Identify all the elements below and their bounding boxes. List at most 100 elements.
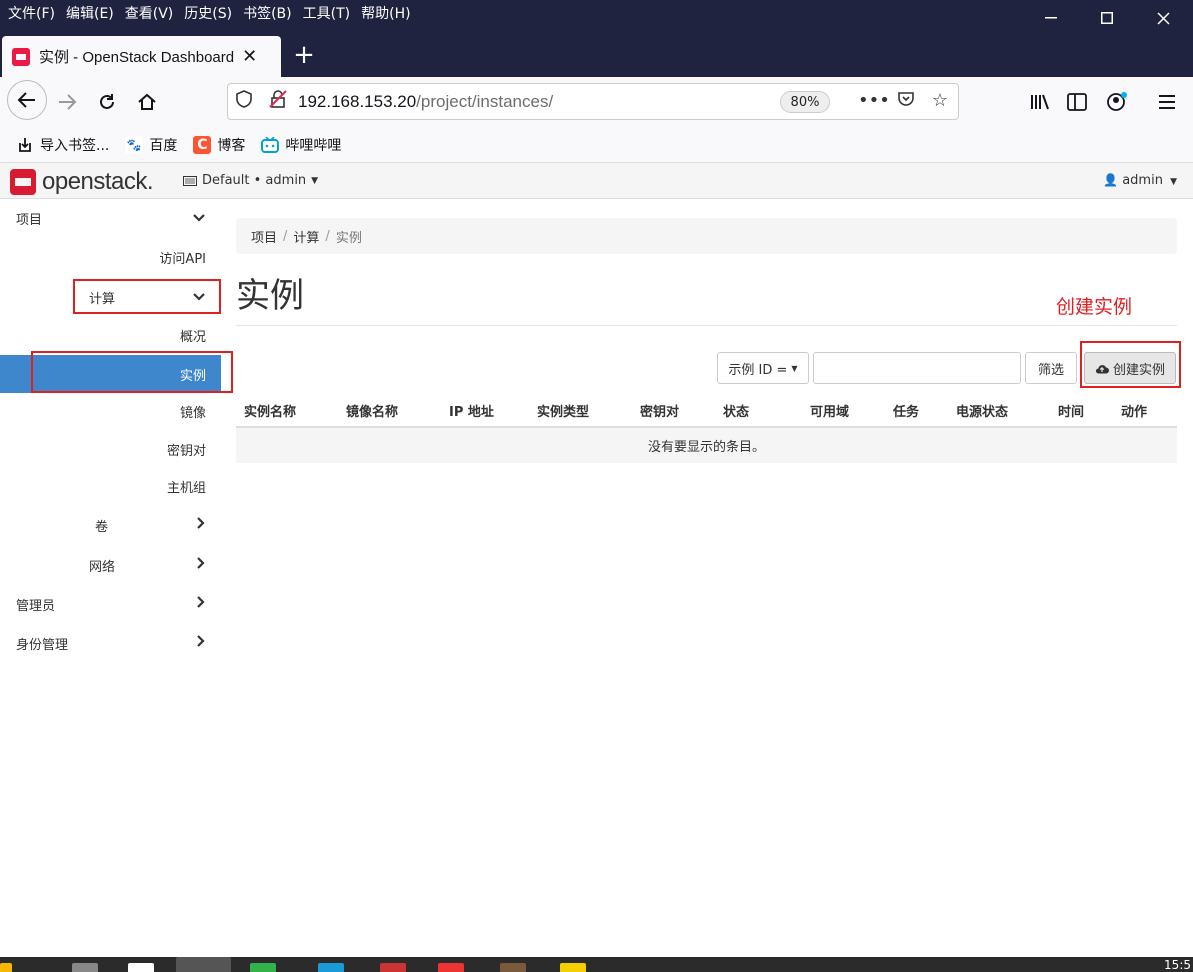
sidebar-item-volumes[interactable]: 卷 — [0, 506, 221, 544]
taskbar-app-icon[interactable] — [128, 963, 154, 972]
openstack-favicon-icon — [12, 47, 30, 66]
zoom-level-badge[interactable]: 80% — [780, 91, 830, 113]
taskbar-app-icon[interactable] — [438, 963, 464, 972]
bookmarks-bar: 导入书签... 🐾 百度 C 博客 哔哩哔哩 — [0, 127, 1193, 163]
bookmark-label: 博客 — [217, 137, 246, 154]
chevron-down-icon — [193, 210, 205, 226]
bookmark-star-icon[interactable]: ☆ — [928, 90, 952, 111]
import-icon — [16, 136, 34, 154]
sidebar-item-identity[interactable]: 身份管理 — [0, 624, 221, 662]
minimize-button[interactable] — [1023, 0, 1079, 36]
menu-bookmarks[interactable]: 书签(B) — [243, 3, 292, 23]
taskbar-app-icon[interactable] — [500, 963, 526, 972]
taskbar-app-icon[interactable] — [72, 963, 98, 972]
taskbar-app-icon[interactable] — [380, 963, 406, 972]
close-icon — [1156, 11, 1170, 25]
minimize-icon — [1045, 17, 1057, 19]
filter-input[interactable] — [813, 352, 1021, 384]
title-divider — [236, 325, 1177, 326]
column-header[interactable]: 动作 — [1121, 401, 1147, 420]
csdn-c-icon: C — [193, 135, 212, 154]
chevron-right-icon — [197, 517, 205, 533]
column-header[interactable]: 实例类型 — [537, 401, 589, 420]
column-header[interactable]: 实例名称 — [244, 401, 296, 420]
column-header[interactable]: 可用域 — [810, 401, 849, 420]
column-header[interactable]: 时间 — [1058, 401, 1084, 420]
forward-arrow-icon — [59, 94, 77, 110]
menu-tools[interactable]: 工具(T) — [303, 3, 350, 23]
library-button[interactable] — [1023, 85, 1057, 119]
menu-edit[interactable]: 编辑(E) — [66, 3, 114, 23]
sidebar-item-images[interactable]: 镜像 — [0, 392, 221, 430]
new-tab-button[interactable]: + — [289, 40, 319, 70]
back-button[interactable] — [7, 80, 47, 120]
menu-bar: 文件(F) 编辑(E) 查看(V) 历史(S) 书签(B) 工具(T) 帮助(H… — [0, 0, 422, 26]
project-list-icon — [183, 175, 197, 186]
chevron-right-icon — [197, 596, 205, 612]
insecure-lock-icon[interactable] — [266, 90, 290, 113]
sidebar-item-admin[interactable]: 管理员 — [0, 585, 221, 623]
sidebar-item-access-api[interactable]: 访问API — [0, 238, 221, 276]
sidebar-item-label: 网络 — [89, 559, 116, 575]
account-button[interactable] — [1100, 85, 1134, 119]
project-label: Default • admin — [202, 173, 307, 188]
sidebar-item-label: 概况 — [179, 329, 206, 345]
reload-button[interactable] — [90, 85, 124, 119]
sidebar-item-network[interactable]: 网络 — [0, 546, 221, 584]
menu-help[interactable]: 帮助(H) — [361, 3, 410, 23]
home-button[interactable] — [130, 85, 164, 119]
breadcrumb-compute[interactable]: 计算 — [293, 227, 319, 246]
column-header[interactable]: 电源状态 — [956, 401, 1008, 420]
create-instance-button[interactable]: 创建实例 — [1084, 352, 1176, 384]
menu-history[interactable]: 历史(S) — [184, 3, 232, 23]
sidebar-item-label: 主机组 — [166, 480, 206, 496]
taskbar-active-app-icon[interactable] — [176, 957, 231, 972]
filter-field-select[interactable]: 示例 ID = ▼ — [717, 352, 809, 384]
menu-file[interactable]: 文件(F) — [8, 3, 55, 23]
bookmark-baidu[interactable]: 🐾 百度 — [125, 135, 177, 155]
taskbar-app-icon[interactable] — [318, 963, 344, 972]
menu-view[interactable]: 查看(V) — [125, 3, 174, 23]
taskbar-clock[interactable]: 15:5 — [1164, 958, 1191, 972]
url-bar[interactable]: 192.168.153.20/project/instances/ 80% ••… — [227, 83, 959, 120]
bookmark-blog[interactable]: C 博客 — [193, 135, 245, 155]
project-selector[interactable]: Default • admin ▼ — [183, 173, 318, 188]
close-window-button[interactable] — [1135, 0, 1191, 36]
chevron-right-icon — [197, 557, 205, 573]
taskbar-app-icon[interactable] — [250, 963, 276, 972]
pocket-icon[interactable] — [894, 90, 918, 113]
more-actions-icon[interactable]: ••• — [858, 90, 890, 111]
openstack-logo[interactable]: openstack. — [10, 168, 154, 196]
sidebar-item-key-pairs[interactable]: 密钥对 — [0, 430, 221, 468]
sidebar-item-label: 访问API — [159, 251, 206, 267]
user-menu[interactable]: 👤 admin ▼ — [1103, 173, 1177, 188]
column-header[interactable]: 密钥对 — [640, 401, 679, 420]
sidebar-item-server-groups[interactable]: 主机组 — [0, 467, 221, 505]
tab-close-icon[interactable]: ✕ — [242, 46, 257, 67]
column-header[interactable]: 任务 — [893, 401, 919, 420]
sidebar-toggle-button[interactable] — [1060, 85, 1094, 119]
sidebar-icon — [1067, 93, 1087, 111]
sidebar-item-overview[interactable]: 概况 — [0, 316, 221, 354]
column-header[interactable]: 镜像名称 — [346, 401, 398, 420]
column-header[interactable]: IP 地址 — [449, 401, 494, 420]
sidebar-item-project[interactable]: 项目 — [0, 199, 221, 237]
bookmark-bilibili[interactable]: 哔哩哔哩 — [261, 135, 341, 155]
breadcrumb-project[interactable]: 项目 — [251, 227, 277, 246]
tab-instances[interactable]: 实例 - OpenStack Dashboard ✕ — [2, 36, 281, 77]
app-menu-button[interactable] — [1150, 85, 1184, 119]
sidebar-item-label: 身份管理 — [16, 637, 69, 653]
cloud-upload-icon — [1095, 364, 1109, 374]
column-header[interactable]: 状态 — [723, 401, 749, 420]
filter-button[interactable]: 筛选 — [1025, 352, 1077, 384]
user-icon: 👤 — [1103, 173, 1119, 187]
shield-icon[interactable] — [232, 90, 256, 113]
bookmark-label: 导入书签... — [40, 137, 110, 154]
bookmark-import[interactable]: 导入书签... — [16, 135, 109, 155]
caret-down-icon: ▼ — [791, 363, 798, 373]
maximize-button[interactable] — [1079, 0, 1135, 36]
forward-button[interactable] — [50, 85, 84, 119]
file-explorer-icon[interactable] — [0, 963, 12, 972]
taskbar-app-icon[interactable] — [560, 963, 586, 972]
account-icon — [1107, 92, 1127, 111]
